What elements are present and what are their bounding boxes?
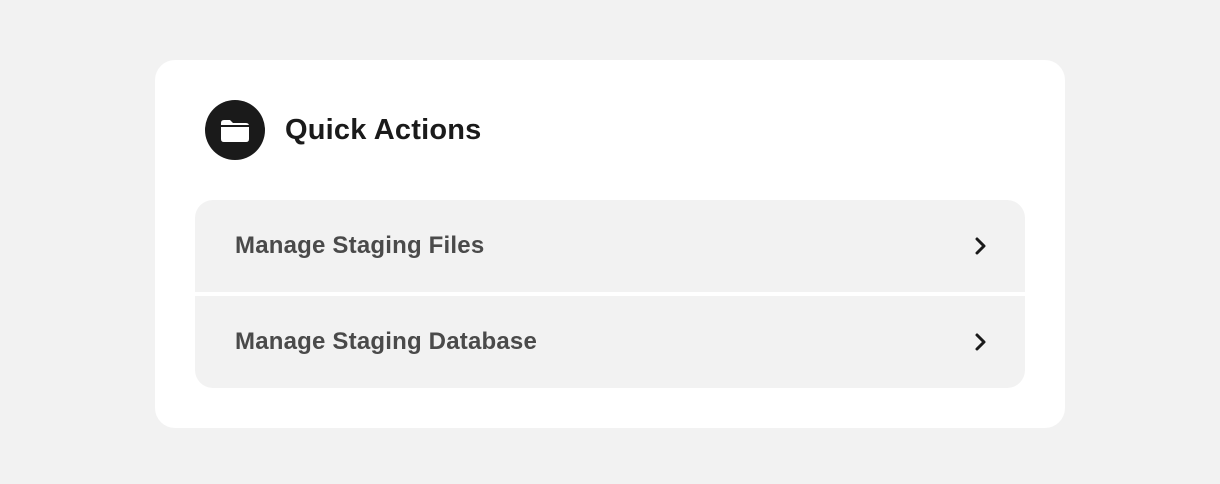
quick-actions-card: Quick Actions Manage Staging Files Manag…	[155, 60, 1065, 428]
manage-staging-files-button[interactable]: Manage Staging Files	[195, 200, 1025, 292]
action-label: Manage Staging Database	[235, 328, 538, 355]
quick-actions-list: Manage Staging Files Manage Staging Data…	[195, 200, 1025, 388]
chevron-right-icon	[973, 332, 989, 352]
page-title: Quick Actions	[285, 113, 482, 146]
chevron-right-icon	[973, 236, 989, 256]
action-label: Manage Staging Files	[235, 232, 485, 259]
quick-actions-header: Quick Actions	[205, 100, 482, 160]
manage-staging-database-button[interactable]: Manage Staging Database	[195, 296, 1025, 388]
folder-icon	[205, 100, 265, 160]
